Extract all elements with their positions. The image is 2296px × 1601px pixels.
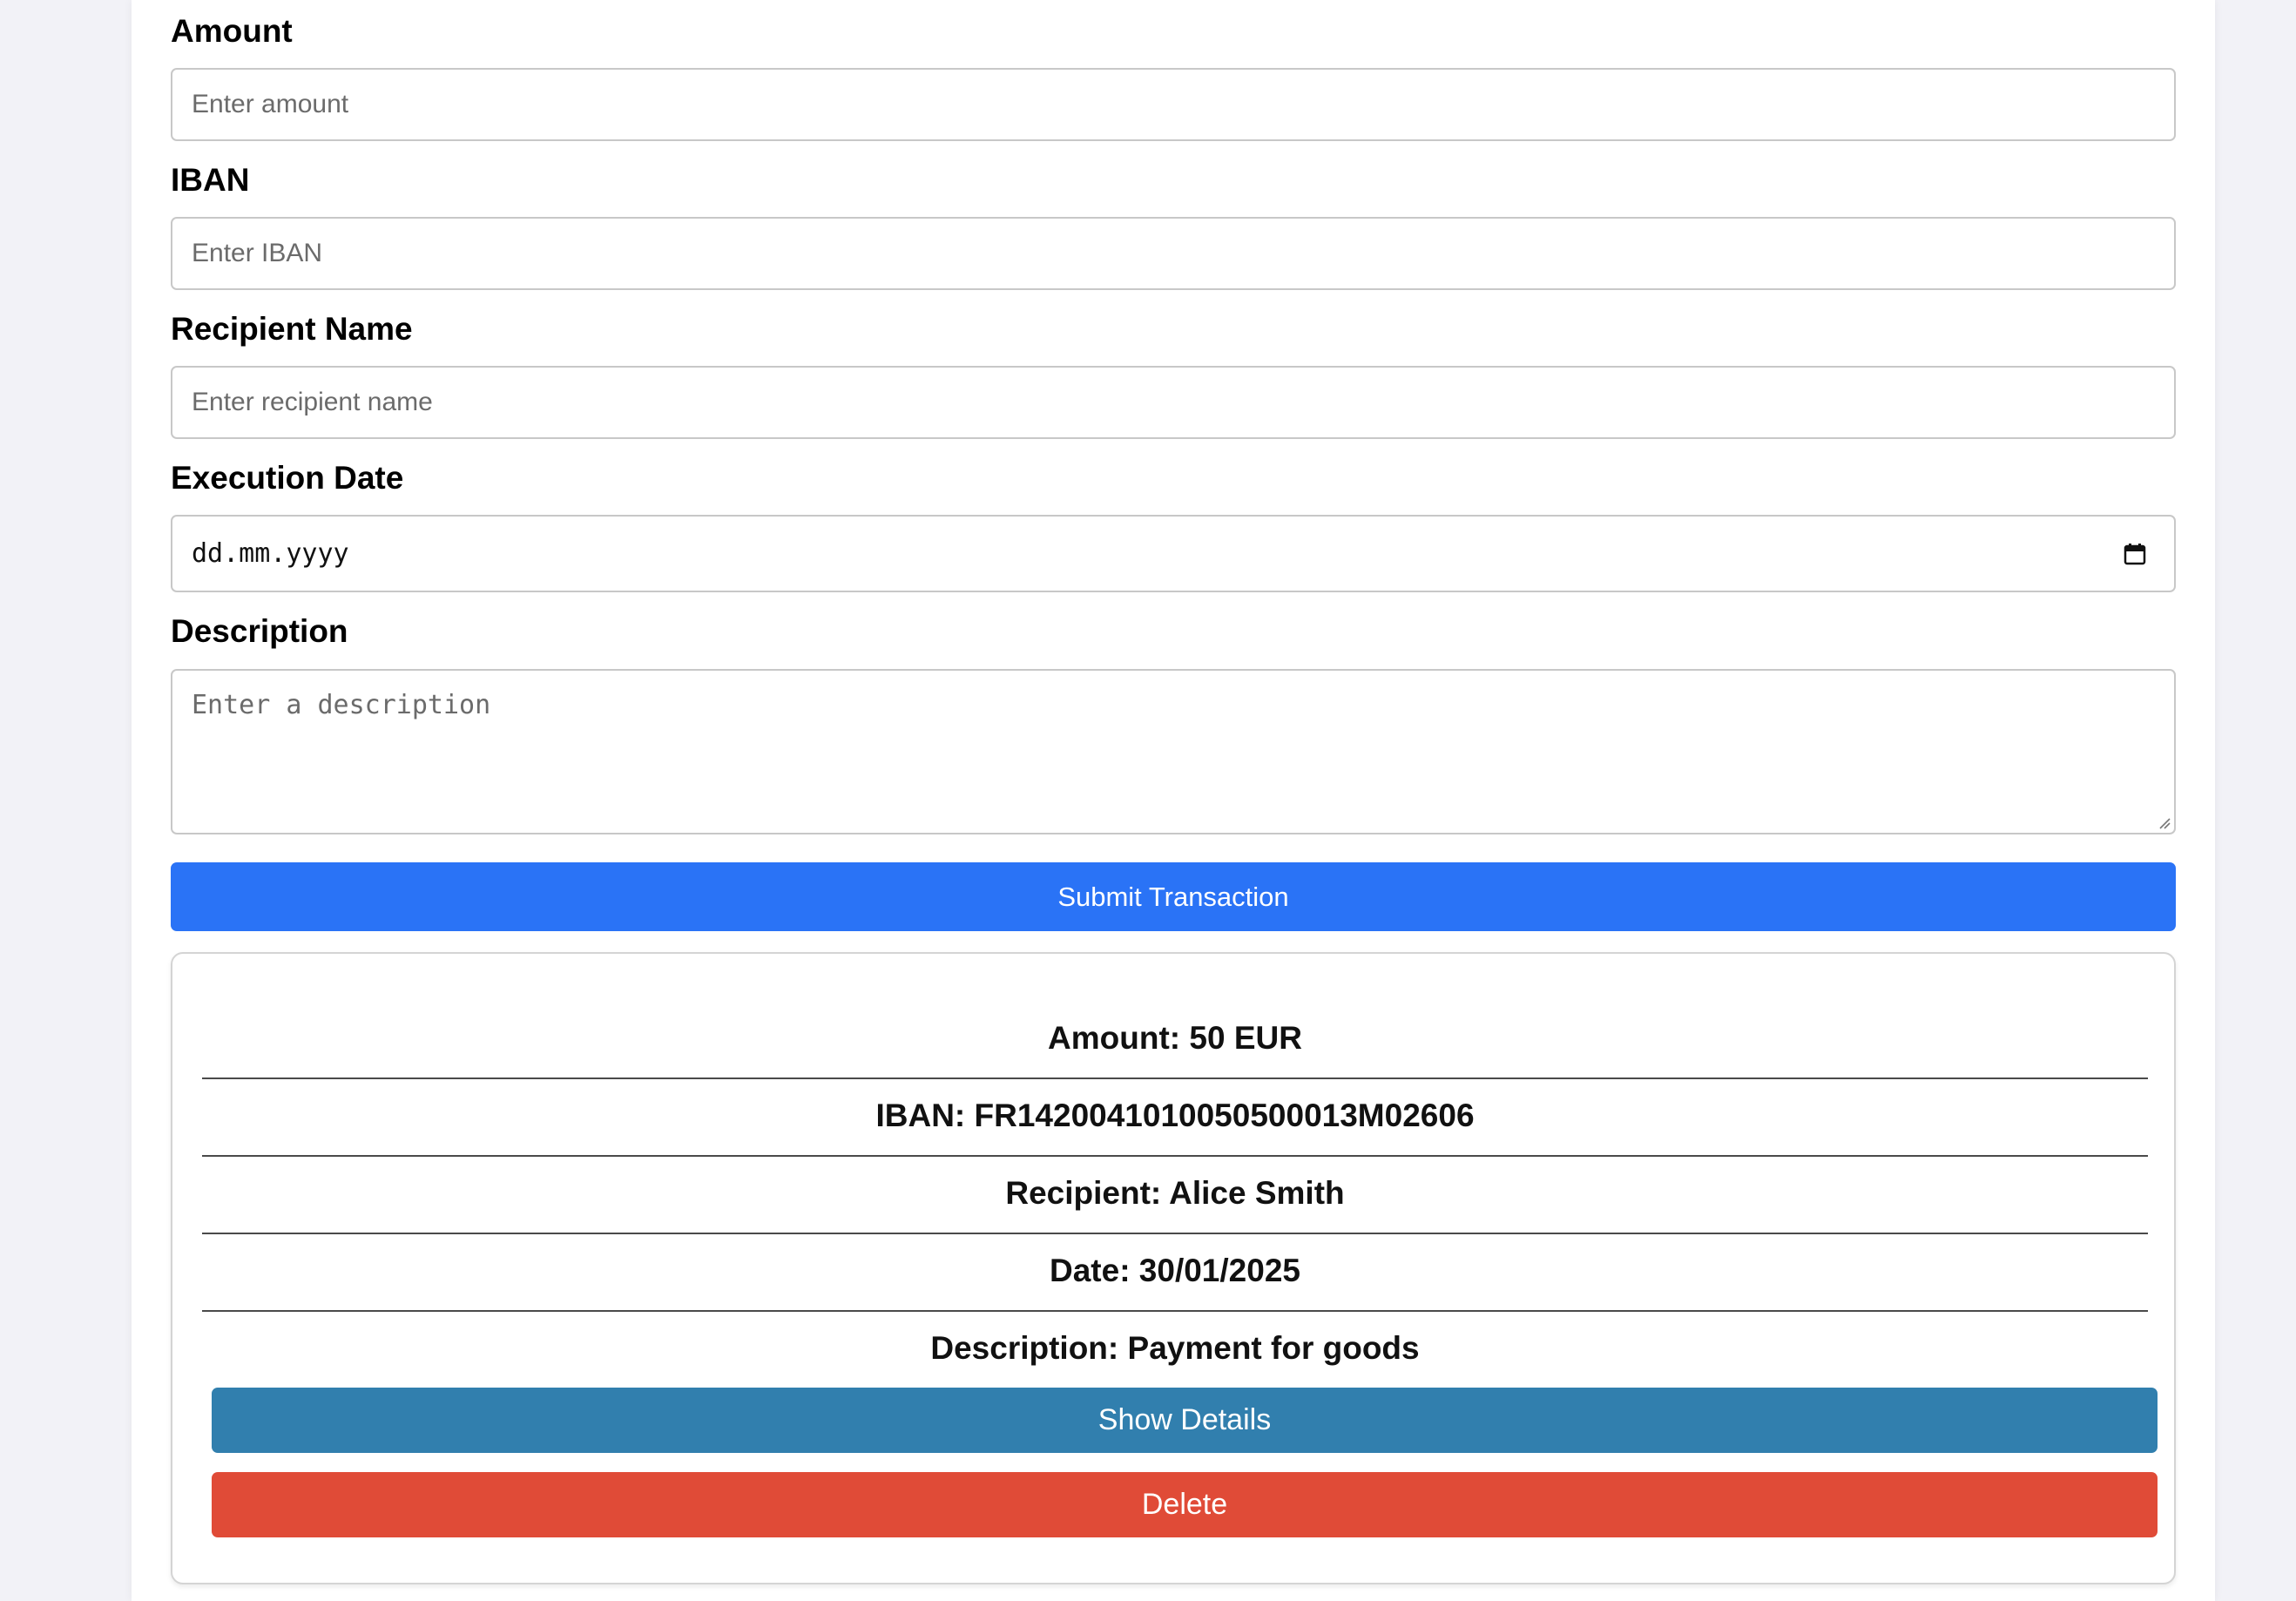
iban-input[interactable]: Enter IBAN [171,217,2176,290]
description-placeholder: Enter a description [192,690,491,720]
iban-placeholder: Enter IBAN [192,239,323,267]
transaction-date: Date: 30/01/2025 [1050,1253,1300,1288]
divider [202,1077,2148,1079]
delete-button[interactable]: Delete [212,1472,2158,1537]
transaction-iban: IBAN: FR1420041010050500013M02606 [875,1098,1475,1133]
calendar-icon[interactable] [2124,543,2146,565]
recipient-name-placeholder: Enter recipient name [192,388,433,416]
transaction-description: Description: Payment for goods [930,1330,1420,1366]
execution-date-input[interactable]: dd.mm.yyyy [171,515,2176,592]
amount-placeholder: Enter amount [192,90,349,118]
iban-label: IBAN [171,162,250,198]
execution-date-placeholder: dd.mm.yyyy [192,538,349,569]
amount-label: Amount [171,13,293,49]
description-textarea[interactable]: Enter a description [171,669,2176,834]
resize-handle-icon[interactable] [2158,817,2171,829]
divider [202,1310,2148,1312]
execution-date-label: Execution Date [171,460,404,496]
submit-transaction-button[interactable]: Submit Transaction [171,862,2176,931]
transaction-recipient: Recipient: Alice Smith [1005,1175,1345,1211]
show-details-button[interactable]: Show Details [212,1388,2158,1453]
recipient-name-input[interactable]: Enter recipient name [171,366,2176,439]
transaction-amount: Amount: 50 EUR [1048,1020,1302,1056]
amount-input[interactable]: Enter amount [171,68,2176,141]
transaction-card: Amount: 50 EUR IBAN: FR14200410100505000… [171,952,2176,1584]
recipient-name-label: Recipient Name [171,311,413,347]
divider [202,1155,2148,1157]
divider [202,1233,2148,1234]
description-label: Description [171,613,348,649]
